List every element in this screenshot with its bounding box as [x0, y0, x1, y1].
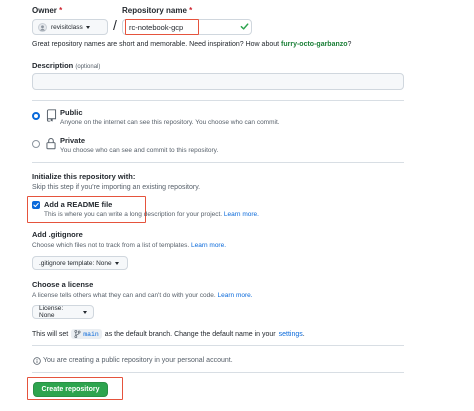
readme-checkbox[interactable] — [32, 201, 40, 209]
divider-top — [32, 100, 404, 101]
branch-note-prefix: This will set — [32, 330, 69, 338]
branch-note-suffix: . — [302, 330, 305, 338]
gitignore-title: Add .gitignore — [32, 230, 83, 239]
public-repo-icon — [44, 108, 58, 122]
branch-note: This will set main as the default branch… — [32, 329, 305, 339]
description-label-text: Description — [32, 61, 74, 70]
description-input[interactable] — [32, 73, 404, 90]
gitignore-desc: Choose which files not to track from a l… — [32, 242, 226, 249]
readme-desc-text: This is where you can write a long descr… — [44, 211, 223, 218]
public-title: Public — [60, 108, 83, 117]
gitignore-template-button[interactable]: .gitignore template: None — [32, 256, 128, 270]
initialize-subtitle: Skip this step if you're importing an ex… — [32, 184, 201, 191]
owner-value: revisitclass — [51, 23, 83, 31]
divider-visibility — [32, 162, 404, 163]
license-title: Choose a license — [32, 280, 94, 289]
caret-down-icon — [114, 261, 119, 265]
private-title: Private — [60, 136, 86, 145]
gitignore-desc-text: Choose which files not to track from a l… — [32, 242, 190, 249]
branch-note-middle: as the default branch. Change the defaul… — [104, 330, 276, 338]
readme-learn-more-link[interactable]: Learn more. — [224, 211, 259, 218]
owner-label-text: Owner — [32, 6, 57, 15]
private-radio[interactable] — [32, 140, 40, 148]
owner-repo-separator: / — [113, 17, 117, 33]
check-valid-icon — [239, 21, 250, 32]
name-hint: Great repository names are short and mem… — [32, 41, 351, 48]
private-lock-icon — [44, 136, 58, 150]
private-desc: You choose who can see and commit to thi… — [60, 147, 219, 154]
branch-name: main — [83, 330, 99, 338]
public-notice: You are creating a public repository in … — [43, 357, 233, 364]
description-optional: (optional) — [75, 64, 101, 70]
public-radio[interactable] — [32, 112, 40, 120]
owner-avatar-icon — [38, 22, 47, 32]
description-label: Description (optional) — [32, 61, 100, 70]
caret-down-icon — [83, 310, 87, 314]
name-suggestion-link[interactable]: furry-octo-garbanzo — [281, 41, 348, 48]
repo-name-label-text: Repository name — [122, 6, 187, 15]
public-desc: Anyone on the internet can see this repo… — [60, 119, 280, 126]
repo-name-label: Repository name * — [122, 6, 192, 15]
divider-bottom — [32, 372, 404, 373]
gitignore-learn-more-link[interactable]: Learn more. — [191, 242, 226, 249]
gitignore-button-label: .gitignore template: None — [39, 259, 112, 267]
name-hint-text: Great repository names are short and mem… — [32, 41, 280, 48]
create-repository-button[interactable]: Create repository — [33, 382, 108, 397]
branch-tag: main — [71, 329, 102, 339]
readme-desc: This is where you can write a long descr… — [44, 211, 259, 218]
license-desc: A license tells others what they can and… — [32, 292, 253, 299]
owner-select[interactable]: revisitclass — [32, 19, 108, 35]
checkbox-check-icon — [33, 202, 39, 208]
license-button[interactable]: License: None — [32, 305, 94, 319]
license-button-label: License: None — [39, 305, 64, 319]
branch-icon — [74, 330, 81, 338]
license-learn-more-link[interactable]: Learn more. — [218, 292, 253, 299]
caret-down-icon — [85, 25, 90, 29]
repo-name-value: rc-notebook-gcp — [129, 23, 184, 32]
name-hint-suffix: ? — [347, 41, 352, 48]
owner-label: Owner * — [32, 6, 62, 15]
repo-name-required-mark: * — [189, 6, 193, 15]
owner-required-mark: * — [59, 6, 63, 15]
divider-notice — [32, 345, 404, 346]
info-icon — [32, 356, 41, 365]
settings-link[interactable]: settings — [279, 331, 303, 338]
initialize-title: Initialize this repository with: — [32, 172, 136, 181]
readme-title: Add a README file — [44, 200, 113, 209]
license-desc-text: A license tells others what they can and… — [32, 292, 216, 299]
